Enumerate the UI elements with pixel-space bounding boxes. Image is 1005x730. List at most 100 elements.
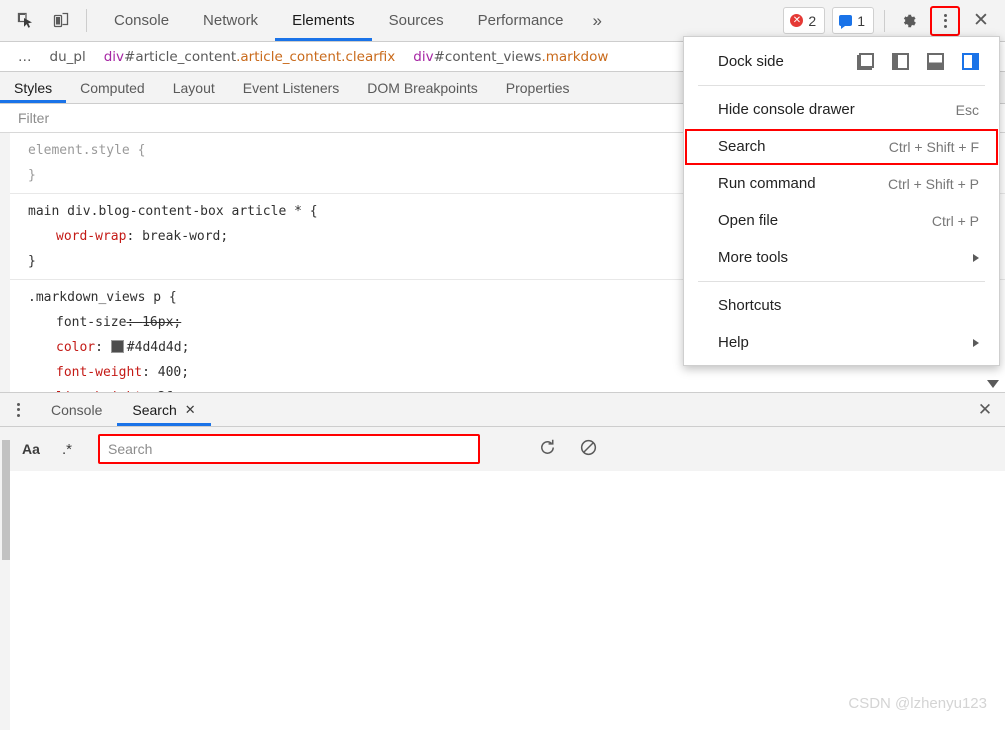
css-property-name: line-height (28, 385, 142, 392)
menu-item-open-file[interactable]: Open file Ctrl + P (684, 202, 999, 239)
menu-item-shortcut: Ctrl + P (931, 212, 979, 229)
drawer-tab-search[interactable]: Search ✕ (117, 393, 211, 426)
close-drawer-glyph: ✕ (977, 399, 993, 419)
search-input-placeholder: Search (108, 441, 153, 457)
tab-event-listeners-label: Event Listeners (242, 79, 340, 96)
menu-item-shortcut: Esc (955, 101, 979, 118)
toolbar-divider (86, 9, 87, 32)
message-count-label: 1 (857, 12, 865, 29)
menu-item-hide-console-drawer[interactable]: Hide console drawer Esc (684, 91, 999, 128)
submenu-arrow-icon (973, 253, 979, 262)
tab-event-listeners[interactable]: Event Listeners (229, 72, 354, 103)
more-tabs-chevron-icon[interactable]: » (581, 0, 614, 41)
drawer-tab-console[interactable]: Console (36, 393, 117, 426)
close-drawer-icon[interactable]: ✕ (965, 393, 1005, 426)
tab-console-label: Console (114, 12, 170, 29)
kebab-dots (943, 13, 947, 28)
device-toolbar-icon[interactable] (48, 8, 74, 34)
dock-bottom-icon[interactable] (927, 53, 944, 70)
tab-network[interactable]: Network (186, 0, 275, 41)
toolbar-right-controls: ✕ 2 1 ✕ (783, 0, 1005, 41)
close-icon[interactable]: ✕ (967, 7, 995, 35)
submenu-arrow-icon (973, 338, 979, 347)
css-declaration-line-height[interactable]: line-height: 26px; (28, 385, 1005, 392)
menu-item-shortcut: Ctrl + Shift + F (888, 138, 979, 155)
menu-item-search[interactable]: Search Ctrl + Shift + F (684, 128, 999, 165)
menu-item-label: More tools (718, 249, 789, 266)
tab-dom-breakpoints[interactable]: DOM Breakpoints (353, 72, 491, 103)
tab-elements[interactable]: Elements (275, 0, 372, 41)
breadcrumb-item-2-tag: div (413, 48, 434, 65)
drawer-menu-icon[interactable] (0, 393, 36, 426)
tab-computed-label: Computed (80, 79, 145, 96)
filter-placeholder: Filter (18, 110, 50, 126)
panel-tabs: Console Network Elements Sources Perform… (97, 0, 783, 41)
close-tab-icon[interactable]: ✕ (185, 402, 196, 418)
console-drawer: Console Search ✕ ✕ Aa .* Search (0, 392, 1005, 471)
inspect-element-icon[interactable] (12, 8, 38, 34)
gear-icon[interactable] (895, 7, 923, 35)
dock-right-icon[interactable] (962, 53, 979, 70)
css-property-value: #4d4d4d; (126, 340, 190, 355)
drawer-tab-console-label: Console (51, 401, 103, 418)
dock-left-icon[interactable] (892, 53, 909, 70)
css-property-name: color (56, 340, 96, 355)
menu-item-help[interactable]: Help (684, 324, 999, 361)
toolbar-divider-2 (884, 9, 885, 32)
menu-item-label: Run command (718, 175, 816, 192)
error-count-badge[interactable]: ✕ 2 (783, 7, 826, 34)
menu-item-more-tools[interactable]: More tools (684, 239, 999, 276)
error-count-label: 2 (808, 12, 817, 29)
breadcrumb-item-0[interactable]: du_pl (41, 49, 95, 65)
breadcrumb-item-0-id: du_pl (49, 48, 86, 65)
search-input[interactable]: Search (98, 434, 480, 464)
tab-sources[interactable]: Sources (372, 0, 461, 41)
search-toolbar: Aa .* Search (0, 427, 1005, 471)
css-property-name: word-wrap (56, 229, 127, 244)
message-count-badge[interactable]: 1 (832, 7, 874, 34)
tab-performance[interactable]: Performance (461, 0, 581, 41)
tab-styles-label: Styles (14, 79, 53, 96)
drawer-tab-bar: Console Search ✕ ✕ (0, 393, 1005, 427)
tab-performance-label: Performance (477, 12, 564, 29)
clear-icon[interactable] (579, 438, 598, 460)
tab-properties-label: Properties (505, 79, 570, 96)
menu-item-label: Shortcuts (718, 297, 782, 314)
undock-icon[interactable] (857, 53, 874, 70)
tab-console[interactable]: Console (97, 0, 186, 41)
breadcrumb-overflow-icon[interactable]: … (6, 49, 41, 65)
tab-styles[interactable]: Styles (0, 72, 67, 103)
color-swatch-icon[interactable] (110, 340, 124, 353)
drawer-kebab-dots (16, 402, 20, 417)
menu-divider-2 (698, 281, 985, 282)
scroll-down-arrow-icon[interactable] (987, 380, 999, 388)
error-icon: ✕ (790, 14, 804, 27)
tab-network-label: Network (203, 12, 259, 29)
message-icon (839, 15, 853, 29)
menu-item-shortcuts[interactable]: Shortcuts (684, 287, 999, 324)
breadcrumb-item-1[interactable]: div#article_content.article_content.clea… (95, 49, 405, 65)
styles-pane-scrollbar[interactable] (2, 440, 10, 560)
drawer-tab-search-label: Search (132, 401, 177, 418)
css-property-value: 400; (157, 365, 190, 380)
tab-elements-label: Elements (292, 12, 355, 29)
menu-dock-side-row: Dock side (684, 43, 999, 80)
menu-item-label: Search (718, 138, 766, 155)
match-case-toggle[interactable]: Aa (22, 441, 40, 457)
tab-properties[interactable]: Properties (492, 72, 584, 103)
search-results-area: CSDN @lzhenyu123 (0, 471, 1005, 730)
tab-dom-breakpoints-label: DOM Breakpoints (367, 79, 478, 96)
css-property-value: 26px; (158, 390, 197, 392)
search-actions (538, 438, 598, 460)
tab-computed[interactable]: Computed (66, 72, 159, 103)
breadcrumb-item-1-tag: div (103, 48, 125, 65)
tab-layout[interactable]: Layout (159, 72, 229, 103)
close-glyph: ✕ (973, 10, 989, 31)
regex-toggle[interactable]: .* (58, 441, 76, 458)
menu-item-label: Open file (718, 212, 779, 229)
refresh-icon[interactable] (538, 438, 557, 460)
breadcrumb-item-2[interactable]: div#content_views.markdow (404, 49, 617, 65)
breadcrumb-item-1-id: #article_content (124, 48, 237, 65)
kebab-menu-icon[interactable] (930, 5, 960, 36)
menu-item-run-command[interactable]: Run command Ctrl + Shift + P (684, 165, 999, 202)
